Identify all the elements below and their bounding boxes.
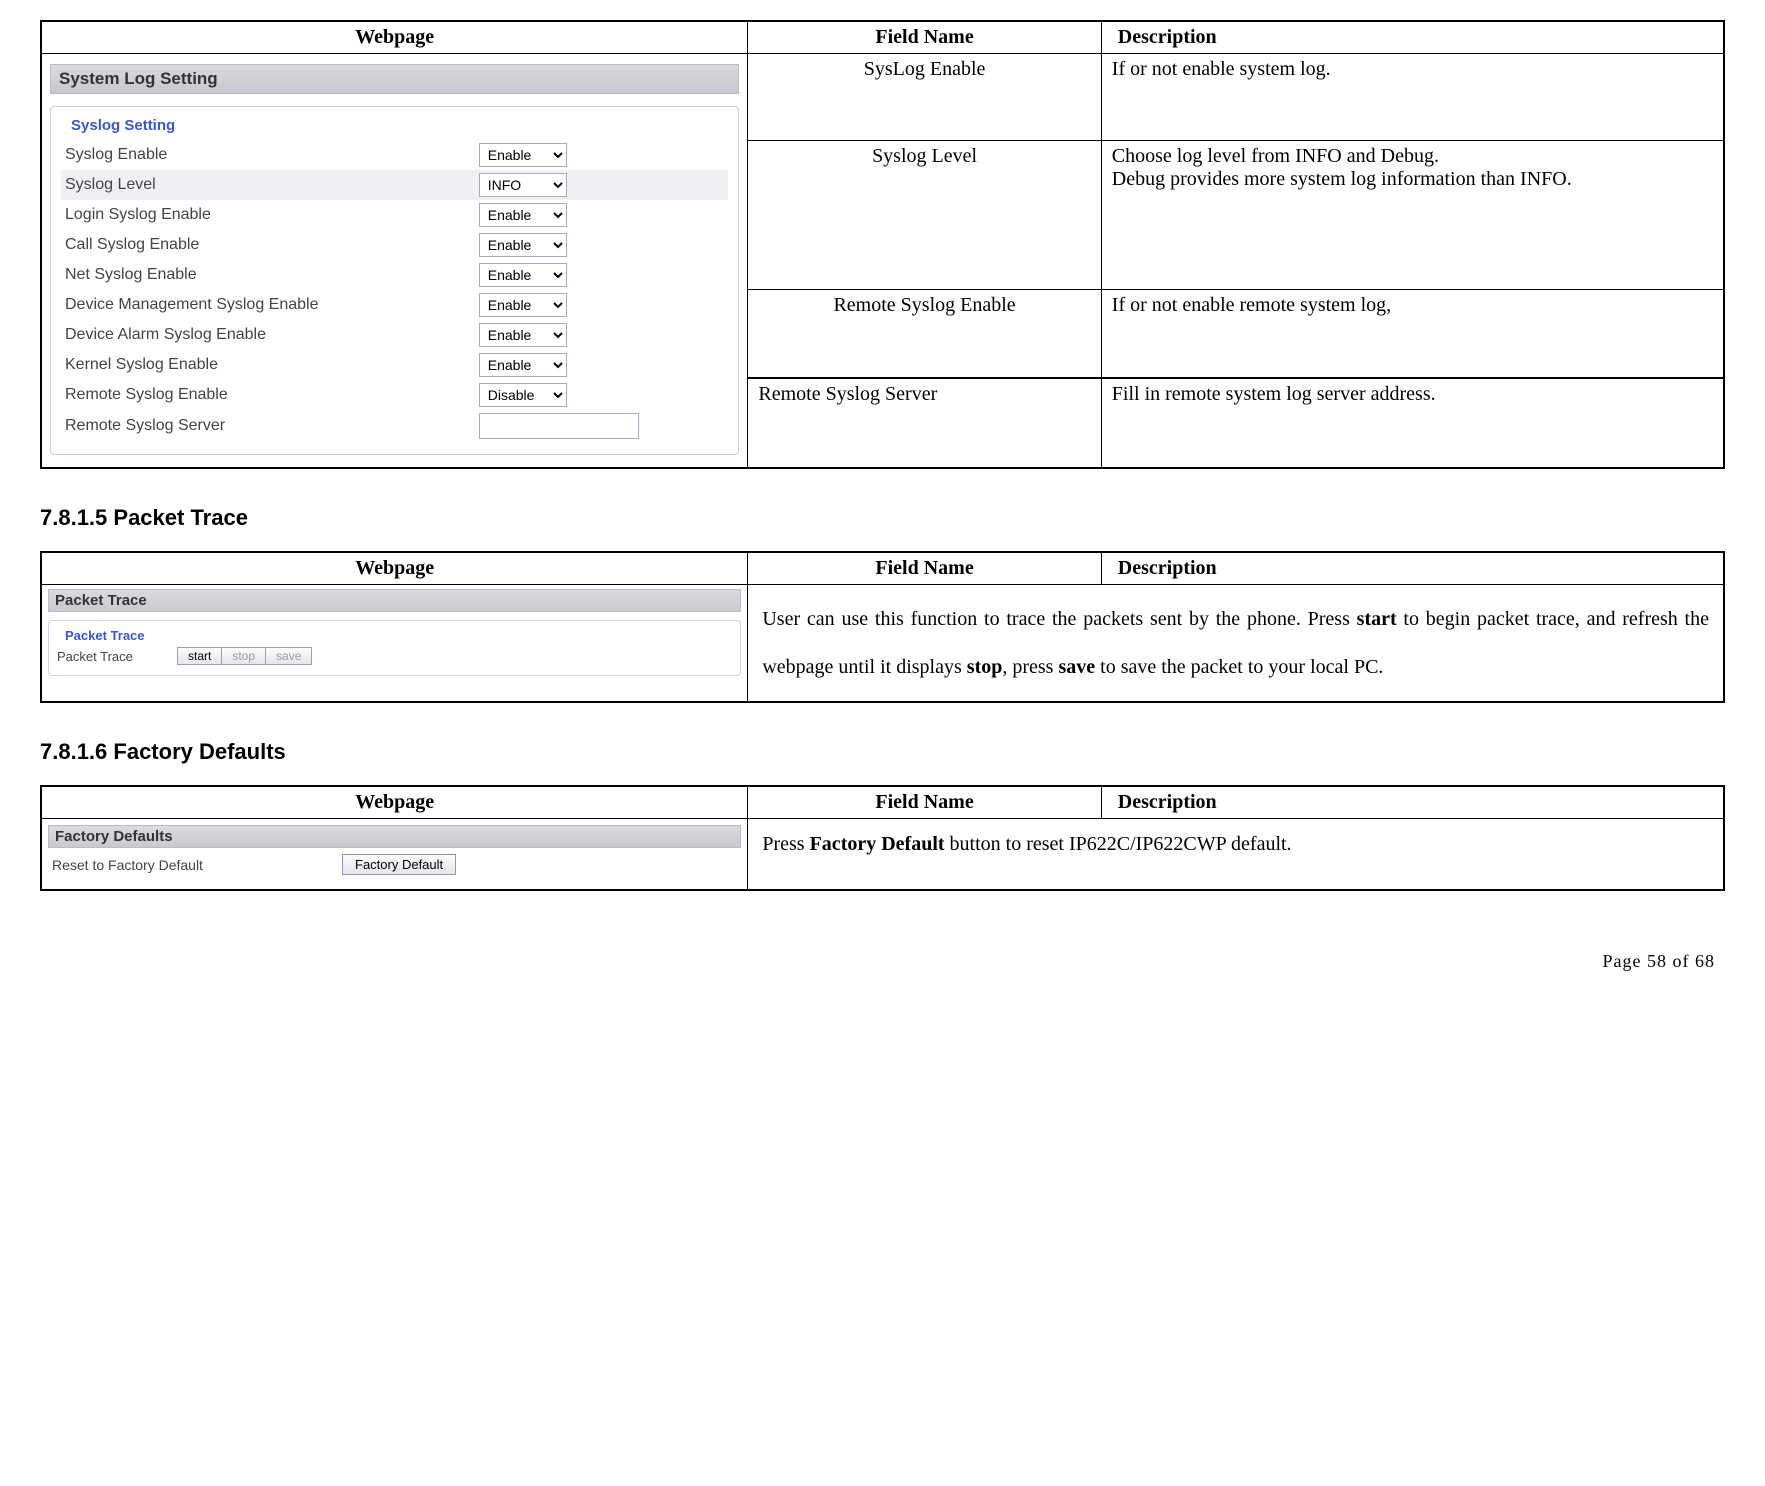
pt-header-field: Field Name: [748, 552, 1101, 585]
syslog-select-5[interactable]: EnableDisable: [479, 293, 567, 317]
syslog-ui-titlebar: System Log Setting: [50, 64, 739, 94]
syslog-ui-row: Device Alarm Syslog EnableEnableDisable: [61, 320, 728, 350]
syslog-select-4[interactable]: EnableDisable: [479, 263, 567, 287]
syslog-ui-label: Device Management Syslog Enable: [61, 296, 479, 314]
fd-ui-row: Reset to Factory Default Factory Default: [48, 848, 741, 881]
syslog-header-field: Field Name: [748, 21, 1101, 54]
syslog-header-desc: Description: [1101, 21, 1724, 54]
pt-header-webpage: Webpage: [41, 552, 748, 585]
syslog-select-0[interactable]: EnableDisable: [479, 143, 567, 167]
syslog-ui-legend: Syslog Setting: [67, 117, 179, 134]
pt-description: User can use this function to trace the …: [758, 589, 1713, 697]
fd-row-label: Reset to Factory Default: [52, 857, 342, 873]
fd-header-desc: Description: [1101, 786, 1724, 819]
page-footer: Page 58 of 68: [40, 951, 1725, 972]
syslog-setting-table: Webpage Field Name Description System Lo…: [40, 20, 1725, 469]
factory-defaults-table: Webpage Field Name Description Factory D…: [40, 785, 1725, 891]
syslog-ui-row: Syslog LevelINFODebug: [61, 170, 728, 200]
syslog-ui-row: Remote Syslog EnableEnableDisable: [61, 380, 728, 410]
fd-header-field: Field Name: [748, 786, 1101, 819]
heading-packet-trace: 7.8.1.5 Packet Trace: [40, 505, 1725, 531]
syslog-ui-row: Login Syslog EnableEnableDisable: [61, 200, 728, 230]
stop-button[interactable]: stop: [222, 647, 266, 665]
syslog-header-webpage: Webpage: [41, 21, 748, 54]
syslog-ui-row: Syslog EnableEnableDisable: [61, 140, 728, 170]
syslog-ui-label: Remote Syslog Server: [61, 417, 479, 435]
syslog-ui: System Log Setting Syslog Setting Syslog…: [42, 54, 747, 467]
syslog-ui-fieldset: Syslog Setting Syslog EnableEnableDisabl…: [50, 106, 739, 455]
syslog-ui-label: Net Syslog Enable: [61, 266, 479, 284]
syslog-row-desc: If or not enable remote system log,: [1101, 290, 1724, 378]
pt-row-label: Packet Trace: [57, 649, 177, 664]
syslog-select-7[interactable]: EnableDisable: [479, 353, 567, 377]
syslog-ui-label: Login Syslog Enable: [61, 206, 479, 224]
packet-trace-table: Webpage Field Name Description Packet Tr…: [40, 551, 1725, 703]
save-button[interactable]: save: [266, 647, 312, 665]
syslog-ui-row: Call Syslog EnableEnableDisable: [61, 230, 728, 260]
syslog-ui-label: Syslog Enable: [61, 146, 479, 164]
syslog-row-desc: Fill in remote system log server address…: [1101, 378, 1724, 468]
pt-description-cell: User can use this function to trace the …: [748, 585, 1724, 703]
syslog-ui-label: Remote Syslog Enable: [61, 386, 479, 404]
syslog-select-3[interactable]: EnableDisable: [479, 233, 567, 257]
syslog-ui-row: Kernel Syslog EnableEnableDisable: [61, 350, 728, 380]
syslog-select-1[interactable]: INFODebug: [479, 173, 567, 197]
syslog-ui-row: Device Management Syslog EnableEnableDis…: [61, 290, 728, 320]
fd-ui-titlebar: Factory Defaults: [48, 825, 741, 848]
heading-factory-defaults: 7.8.1.6 Factory Defaults: [40, 739, 1725, 765]
syslog-ui-label: Kernel Syslog Enable: [61, 356, 479, 374]
fd-description-cell: Press Factory Default button to reset IP…: [748, 819, 1724, 891]
fd-description: Press Factory Default button to reset IP…: [758, 823, 1713, 866]
syslog-row-field: Syslog Level: [748, 140, 1101, 289]
syslog-row-desc: Choose log level from INFO and Debug.Deb…: [1101, 140, 1724, 289]
syslog-row-field: Remote Syslog Enable: [748, 290, 1101, 378]
pt-header-desc: Description: [1101, 552, 1724, 585]
pt-ui-row: Packet Trace start stop save: [57, 647, 732, 665]
start-button[interactable]: start: [177, 647, 222, 665]
pt-ui: Packet Trace Packet Trace Packet Trace s…: [42, 585, 747, 686]
syslog-ui-row: Remote Syslog Server: [61, 410, 728, 442]
syslog-ui-label: Syslog Level: [61, 176, 479, 194]
factory-default-button[interactable]: Factory Default: [342, 854, 456, 875]
fd-header-webpage: Webpage: [41, 786, 748, 819]
pt-button-group: start stop save: [177, 647, 312, 665]
syslog-row-field: Remote Syslog Server: [748, 378, 1101, 468]
syslog-row-desc: If or not enable system log.: [1101, 54, 1724, 141]
syslog-select-8[interactable]: EnableDisable: [479, 383, 567, 407]
syslog-select-2[interactable]: EnableDisable: [479, 203, 567, 227]
syslog-text-9[interactable]: [479, 413, 639, 439]
syslog-ui-label: Device Alarm Syslog Enable: [61, 326, 479, 344]
fd-webpage-cell: Factory Defaults Reset to Factory Defaul…: [41, 819, 748, 891]
pt-ui-legend: Packet Trace: [61, 628, 149, 643]
syslog-select-6[interactable]: EnableDisable: [479, 323, 567, 347]
syslog-ui-label: Call Syslog Enable: [61, 236, 479, 254]
pt-ui-titlebar: Packet Trace: [48, 589, 741, 612]
pt-ui-fieldset: Packet Trace Packet Trace start stop sav…: [48, 620, 741, 676]
syslog-webpage-cell: System Log Setting Syslog Setting Syslog…: [41, 54, 748, 469]
fd-ui: Factory Defaults Reset to Factory Defaul…: [42, 819, 747, 889]
syslog-row-field: SysLog Enable: [748, 54, 1101, 141]
syslog-ui-row: Net Syslog EnableEnableDisable: [61, 260, 728, 290]
pt-webpage-cell: Packet Trace Packet Trace Packet Trace s…: [41, 585, 748, 703]
